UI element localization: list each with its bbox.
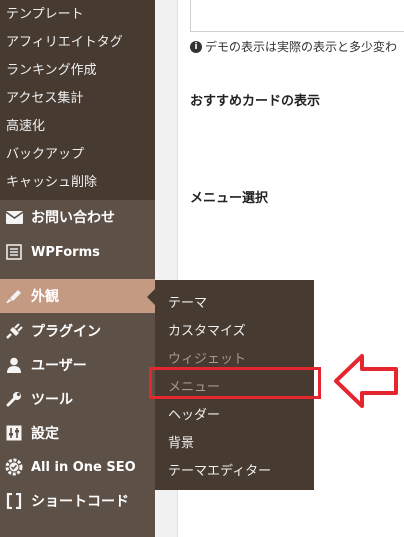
info-icon: i xyxy=(190,40,202,53)
submenu-item-ranking[interactable]: ランキング作成 xyxy=(6,59,97,78)
demo-notice-text: デモの表示は実際の表示と多少変わ xyxy=(205,40,398,54)
demo-notice: i デモの表示は実際の表示と多少変わ xyxy=(190,38,397,55)
active-menu-pointer xyxy=(147,289,155,305)
sidebar-item-aioseo[interactable]: All in One SEO xyxy=(0,450,155,484)
flyout-item-background[interactable]: 背景 xyxy=(168,432,194,451)
settings-sliders-icon xyxy=(3,423,25,443)
flyout-item-customize[interactable]: カスタマイズ xyxy=(168,320,246,339)
sidebar-item-label: WPForms xyxy=(31,244,100,260)
sidebar-item-appearance[interactable]: 外観 xyxy=(0,279,155,313)
sidebar-item-label: 設定 xyxy=(31,426,59,442)
flyout-item-widgets[interactable]: ウィジェット xyxy=(168,348,246,367)
sidebar-item-label: All in One SEO xyxy=(31,459,136,475)
settings-submenu: テンプレート アフィリエイトタグ ランキング作成 アクセス集計 高速化 バックア… xyxy=(0,0,155,200)
sidebar-item-label: ツール xyxy=(31,392,73,408)
flyout-item-header[interactable]: ヘッダー xyxy=(168,404,220,423)
sidebar-item-label: プラグイン xyxy=(31,324,101,340)
sidebar-item-wpforms[interactable]: WPForms xyxy=(0,235,155,269)
paintbrush-icon xyxy=(3,286,25,306)
form-icon xyxy=(3,242,25,262)
left-arrow-icon xyxy=(334,354,398,408)
plug-icon xyxy=(3,321,25,341)
admin-sidebar: テンプレート アフィリエイトタグ ランキング作成 アクセス集計 高速化 バックア… xyxy=(0,0,155,537)
submenu-item-cache-clear[interactable]: キャッシュ削除 xyxy=(6,171,97,190)
sidebar-item-plugins[interactable]: プラグイン xyxy=(0,314,155,348)
flyout-item-theme-editor[interactable]: テーマエディター xyxy=(168,460,271,479)
sidebar-item-users[interactable]: ユーザー xyxy=(0,348,155,382)
sidebar-item-shortcode[interactable]: ショートコード xyxy=(0,484,155,518)
brackets-icon xyxy=(3,491,25,511)
recommend-card-heading: おすすめカードの表示 xyxy=(190,94,321,109)
sidebar-item-label: お問い合わせ xyxy=(31,210,115,226)
submenu-item-affiliate-tag[interactable]: アフィリエイトタグ xyxy=(6,31,123,50)
sidebar-item-contact[interactable]: お問い合わせ xyxy=(0,200,155,234)
sidebar-item-label: ユーザー xyxy=(31,358,87,374)
sidebar-item-label: ショートコード xyxy=(31,494,129,510)
menu-highlight-box xyxy=(149,367,321,399)
menu-select-heading: メニュー選択 xyxy=(190,191,269,206)
sidebar-item-settings[interactable]: 設定 xyxy=(0,416,155,450)
sidebar-item-label: 外観 xyxy=(31,289,59,305)
sidebar-item-tools[interactable]: ツール xyxy=(0,382,155,416)
flyout-item-theme[interactable]: テーマ xyxy=(168,292,207,311)
user-icon xyxy=(3,355,25,375)
submenu-item-access-stats[interactable]: アクセス集計 xyxy=(6,87,83,106)
aioseo-gear-icon xyxy=(3,457,25,477)
preview-input[interactable] xyxy=(190,0,404,32)
submenu-item-backup[interactable]: バックアップ xyxy=(6,143,84,162)
wrench-icon xyxy=(3,389,25,409)
envelope-icon xyxy=(3,207,25,227)
submenu-item-template[interactable]: テンプレート xyxy=(6,3,84,22)
submenu-item-speedup[interactable]: 高速化 xyxy=(6,115,45,134)
